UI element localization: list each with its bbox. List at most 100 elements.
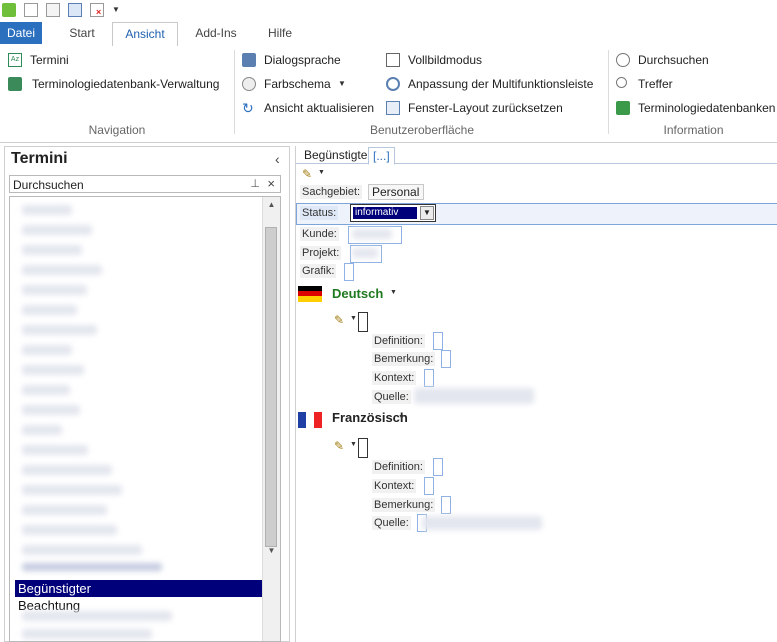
list-item[interactable] bbox=[22, 205, 72, 215]
chevron-down-icon[interactable]: ▼ bbox=[390, 289, 397, 296]
chevron-down-icon[interactable]: ▼ bbox=[350, 315, 357, 322]
language-franzoesisch[interactable]: Französisch bbox=[332, 410, 408, 425]
definition-label: Definition: bbox=[372, 460, 425, 474]
save-document-icon[interactable] bbox=[68, 3, 82, 17]
edit-document-icon[interactable] bbox=[46, 3, 60, 17]
bemerkung-field[interactable] bbox=[441, 350, 451, 368]
grafik-field[interactable] bbox=[344, 263, 354, 281]
navigation-group-label: Navigation bbox=[88, 123, 146, 137]
tab-datei[interactable]: Datei bbox=[0, 22, 42, 44]
scroll-down-icon[interactable]: ▼ bbox=[263, 543, 280, 559]
list-item[interactable] bbox=[22, 305, 77, 315]
chevron-down-icon[interactable]: ▼ bbox=[420, 206, 434, 220]
termini-icon: Az bbox=[8, 53, 22, 67]
list-item[interactable] bbox=[22, 425, 62, 435]
quelle-label: Quelle: bbox=[372, 516, 411, 530]
grafik-label: Grafik: bbox=[300, 264, 337, 278]
ribbon-customize-icon bbox=[386, 77, 400, 91]
quelle-value bbox=[422, 516, 542, 530]
kontext-label: Kontext: bbox=[372, 479, 417, 493]
scroll-thumb[interactable] bbox=[265, 227, 277, 547]
pencil-icon[interactable]: ✎ bbox=[334, 439, 344, 453]
term-field-de[interactable] bbox=[358, 312, 368, 332]
list-item[interactable] bbox=[22, 629, 152, 639]
app-icon[interactable] bbox=[2, 3, 16, 17]
kontext-label: Kontext: bbox=[372, 371, 417, 385]
tab-entry-more[interactable]: [...] bbox=[368, 147, 395, 165]
bemerkung-label: Bemerkung: bbox=[372, 498, 436, 512]
chevron-down-icon[interactable]: ▼ bbox=[350, 441, 357, 448]
term-field-fr[interactable] bbox=[358, 438, 368, 458]
termbases-icon bbox=[616, 101, 630, 115]
list-item[interactable] bbox=[22, 445, 88, 455]
french-flag-icon bbox=[298, 412, 322, 428]
chevron-down-icon: ▼ bbox=[338, 79, 346, 88]
pencil-icon[interactable]: ✎ bbox=[302, 167, 312, 181]
entry-tabs: Begünstigter [...] bbox=[296, 146, 777, 165]
pencil-icon[interactable]: ✎ bbox=[334, 313, 344, 327]
tab-entry-term[interactable]: Begünstigter bbox=[300, 147, 375, 163]
language-deutsch[interactable]: Deutsch bbox=[332, 286, 383, 301]
list-item[interactable] bbox=[22, 385, 70, 395]
tab-hilfe[interactable]: Hilfe bbox=[256, 22, 304, 44]
collapse-pane-icon[interactable]: ‹ bbox=[275, 151, 280, 167]
list-item[interactable] bbox=[22, 345, 72, 355]
list-item[interactable] bbox=[22, 611, 172, 621]
hits-icon bbox=[616, 77, 627, 88]
ribbon-tab-bar: Datei Start Ansicht Add-Ins Hilfe bbox=[0, 20, 777, 47]
list-item[interactable] bbox=[22, 285, 87, 295]
termbase-management-icon bbox=[8, 77, 22, 91]
vertical-scrollbar[interactable]: ▲ ▼ bbox=[262, 197, 280, 641]
tab-start[interactable]: Start bbox=[58, 22, 106, 44]
status-select[interactable]: informativ ▼ bbox=[350, 204, 436, 222]
ribbon-separator bbox=[608, 50, 609, 134]
pane-title: Termini bbox=[11, 150, 68, 167]
tab-add-ins[interactable]: Add-Ins bbox=[186, 22, 246, 44]
close-icon[interactable]: × bbox=[267, 176, 275, 191]
list-item-selected[interactable]: Begünstigter bbox=[15, 580, 267, 597]
chevron-down-icon[interactable]: ▼ bbox=[398, 414, 405, 421]
tab-ansicht[interactable]: Ansicht bbox=[112, 22, 178, 47]
list-item[interactable] bbox=[22, 325, 97, 335]
refresh-icon: ↻ bbox=[242, 100, 254, 116]
search-input[interactable]: Durchsuchen ⊥ × bbox=[9, 175, 281, 193]
list-item[interactable] bbox=[22, 465, 112, 475]
sachgebiet-label: Sachgebiet: bbox=[300, 185, 363, 199]
pin-icon[interactable]: ⊥ bbox=[250, 177, 260, 190]
list-item[interactable] bbox=[22, 405, 80, 415]
search-label: Durchsuchen bbox=[13, 178, 84, 192]
customize-arrow-icon[interactable]: ▼ bbox=[112, 3, 126, 17]
bemerkung-field[interactable] bbox=[441, 496, 451, 514]
list-item[interactable] bbox=[22, 265, 102, 275]
list-item[interactable] bbox=[22, 563, 162, 571]
kontext-field[interactable] bbox=[424, 369, 434, 387]
ribbon-separator bbox=[234, 50, 235, 134]
status-label: Status: bbox=[300, 206, 339, 220]
term-list[interactable]: Begünstigter Beachtung ▲ ▼ bbox=[9, 196, 281, 642]
quick-access-toolbar: × ▼ bbox=[0, 0, 777, 20]
list-item[interactable] bbox=[22, 485, 122, 495]
list-item[interactable] bbox=[22, 245, 82, 255]
list-item[interactable] bbox=[22, 525, 117, 535]
sachgebiet-field[interactable]: Personal bbox=[368, 184, 424, 200]
list-item[interactable] bbox=[22, 505, 107, 515]
chevron-down-icon[interactable]: ▼ bbox=[318, 169, 325, 176]
termini-pane: Termini ‹ Durchsuchen ⊥ × Begünstigter B… bbox=[4, 146, 290, 642]
ui-group-label: Benutzeroberfläche bbox=[369, 123, 475, 137]
list-item[interactable] bbox=[22, 365, 84, 375]
new-document-icon[interactable] bbox=[24, 3, 38, 17]
entry-pane: Begünstigter [...] ✎ ▼ Sachgebiet: Perso… bbox=[295, 146, 777, 642]
list-item[interactable] bbox=[22, 225, 92, 235]
projekt-label: Projekt: bbox=[300, 246, 342, 260]
definition-label: Definition: bbox=[372, 334, 425, 348]
kontext-field[interactable] bbox=[424, 477, 434, 495]
list-item[interactable] bbox=[22, 545, 142, 555]
delete-document-icon[interactable]: × bbox=[90, 3, 104, 17]
information-group-label: Information bbox=[663, 123, 724, 137]
bemerkung-label: Bemerkung: bbox=[372, 352, 436, 366]
definition-field[interactable] bbox=[433, 332, 443, 350]
scroll-up-icon[interactable]: ▲ bbox=[263, 197, 280, 213]
projekt-value bbox=[352, 248, 378, 258]
german-flag-icon bbox=[298, 286, 322, 302]
definition-field[interactable] bbox=[433, 458, 443, 476]
